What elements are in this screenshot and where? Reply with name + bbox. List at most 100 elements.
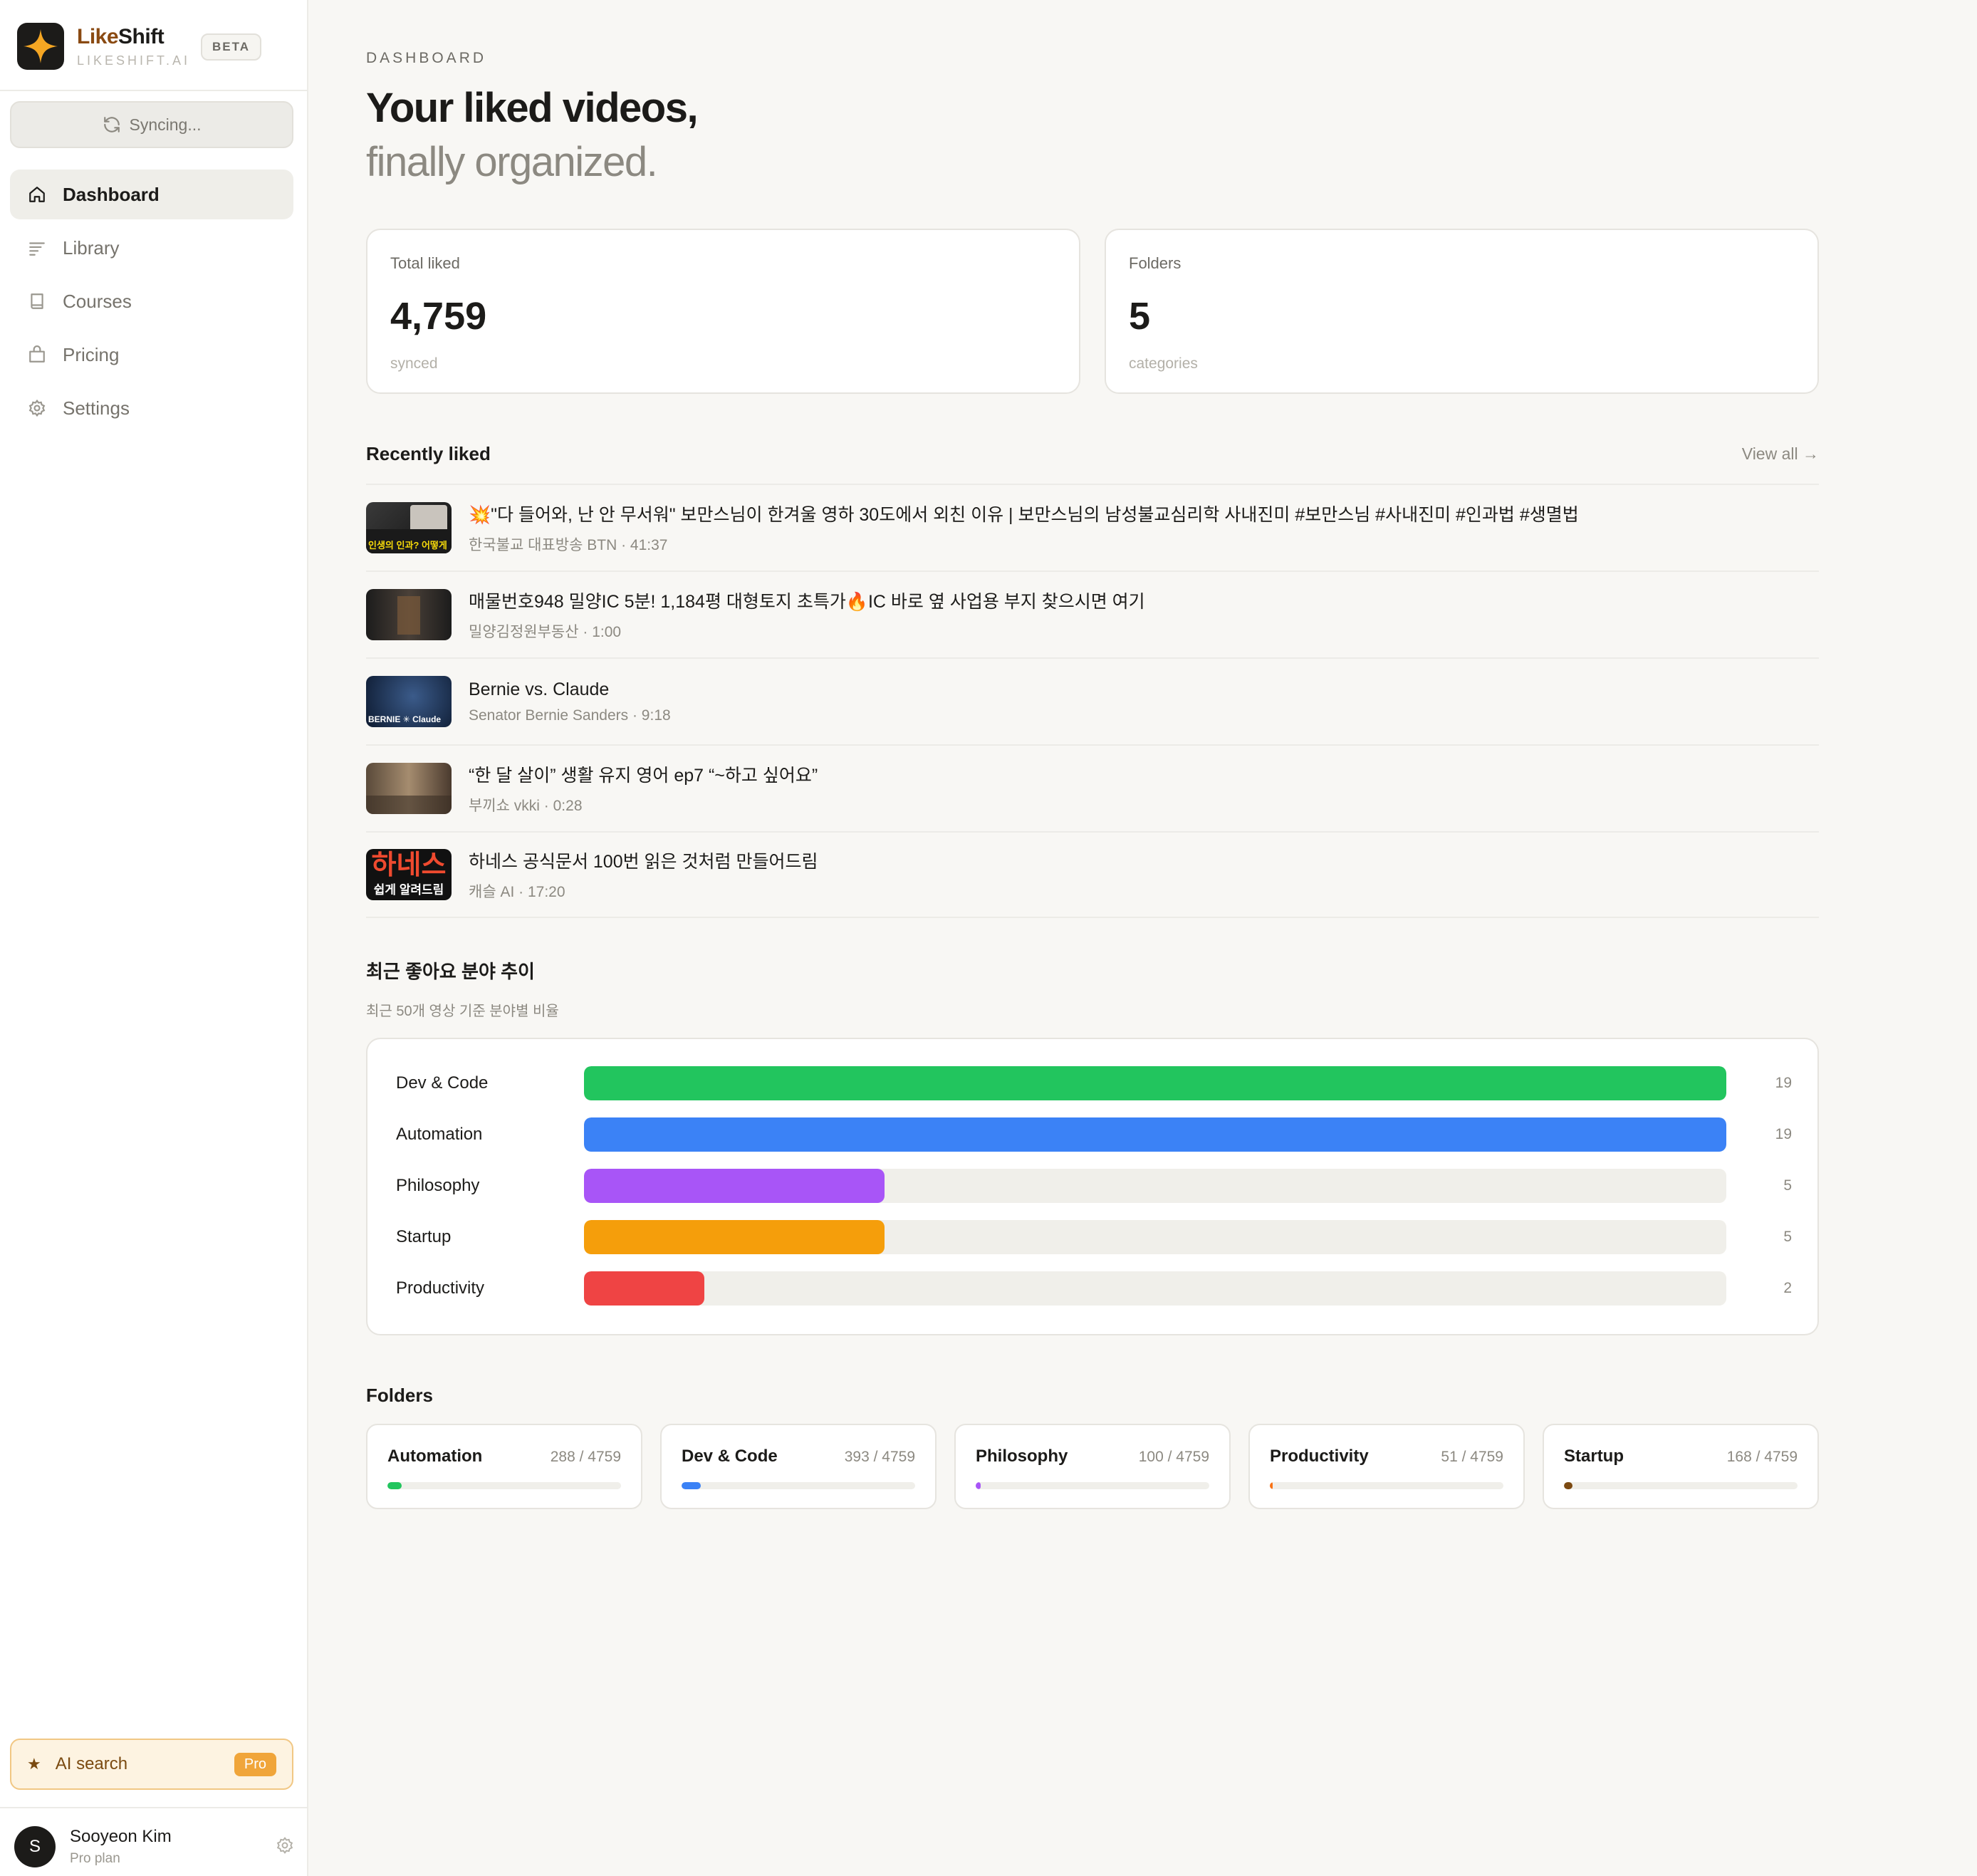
stat-card-folders: Folders 5 categories (1105, 229, 1819, 394)
ai-search-button[interactable]: ★ AI search Pro (10, 1739, 293, 1790)
refresh-icon (103, 117, 120, 132)
sidebar-item-label: Library (63, 236, 120, 259)
folder-name: Automation (387, 1447, 483, 1466)
list-item[interactable]: “한 달 살이” 생활 유지 영어 ep7 “~하고 싶어요” 부끼쇼 vkki… (366, 744, 1819, 831)
pro-badge: Pro (234, 1752, 276, 1776)
bar-track (584, 1220, 1726, 1254)
video-title: Bernie vs. Claude (469, 679, 610, 699)
folder-progress (976, 1482, 1209, 1489)
stat-label: Folders (1129, 254, 1181, 272)
folder-progress-fill (682, 1482, 701, 1489)
bar (584, 1066, 1726, 1100)
video-thumbnail: 인생의 인과? 어떻게 알아야하나 (366, 502, 452, 553)
home-icon (27, 184, 47, 204)
video-thumbnail (366, 589, 452, 640)
folder-progress-fill (976, 1482, 981, 1489)
gear-icon (27, 398, 47, 418)
stat-value: 4,759 (390, 295, 487, 338)
user-profile[interactable]: S Sooyeon Kim Pro plan (14, 1826, 294, 1867)
bar-value-label: 5 (1783, 1177, 1792, 1194)
folder-name: Philosophy (976, 1447, 1068, 1466)
sync-button[interactable]: Syncing... (10, 101, 293, 148)
beta-badge: BETA (201, 33, 262, 61)
sidebar-item-pricing[interactable]: Pricing (10, 330, 293, 380)
sidebar-nav: Dashboard Library Courses Pricing Settin… (10, 170, 293, 437)
page-title: Your liked videos, (366, 85, 699, 131)
star-icon: ★ (27, 1755, 41, 1773)
bar (584, 1220, 885, 1254)
recent-video-list: 인생의 인과? 어떻게 알아야하나 💥"다 들어와, 난 안 무서워" 보만스님… (366, 484, 1819, 918)
folder-progress-fill (1564, 1482, 1572, 1489)
stat-label: Total liked (390, 254, 460, 272)
list-item[interactable]: 매물번호948 밀양IC 5분! 1,184평 대형토지 초특가🔥IC 바로 옆… (366, 570, 1819, 657)
bar-value-label: 19 (1775, 1075, 1792, 1091)
sidebar: LikeShift LIKESHIFT.AI BETA Syncing... D… (0, 0, 308, 1876)
bar (584, 1169, 885, 1203)
folder-list: Automation 288 / 4759 Dev & Code 393 / 4… (366, 1424, 1819, 1509)
list-item[interactable]: BERNIE ✳ Claude Bernie vs. Claude Senato… (366, 657, 1819, 744)
video-title: 💥"다 들어와, 난 안 무서워" 보만스님이 한겨울 영하 30도에서 외친 … (469, 505, 1579, 525)
recently-liked-title: Recently liked (366, 443, 491, 464)
folder-card-dev-code[interactable]: Dev & Code 393 / 4759 (660, 1424, 937, 1509)
logo-icon (17, 23, 64, 70)
folder-card-automation[interactable]: Automation 288 / 4759 (366, 1424, 642, 1509)
folder-count: 288 / 4759 (550, 1449, 621, 1465)
sidebar-item-dashboard[interactable]: Dashboard (10, 170, 293, 219)
bar-label: Productivity (396, 1278, 485, 1298)
bar (584, 1271, 704, 1306)
bar (584, 1117, 1726, 1152)
sidebar-item-label: Courses (63, 290, 132, 312)
sidebar-item-label: Dashboard (63, 183, 160, 205)
bar-label: Dev & Code (396, 1073, 489, 1093)
user-settings-icon[interactable] (276, 1836, 294, 1858)
bar-track (584, 1271, 1726, 1306)
folder-card-startup[interactable]: Startup 168 / 4759 (1543, 1424, 1819, 1509)
bar-label: Philosophy (396, 1176, 480, 1195)
sidebar-item-label: Settings (63, 397, 130, 419)
bar-value-label: 19 (1775, 1126, 1792, 1142)
page-subtitle: finally organized. (366, 139, 658, 185)
bar-label: Automation (396, 1125, 483, 1144)
video-title: “한 달 살이” 생활 유지 영어 ep7 “~하고 싶어요” (469, 766, 818, 786)
sync-label: Syncing... (129, 115, 202, 134)
bar-row: Productivity 2 (396, 1271, 1792, 1306)
view-all-link[interactable]: View all → (1742, 444, 1819, 464)
video-meta: 캐슬 AI · 17:20 (469, 884, 565, 900)
folder-count: 100 / 4759 (1138, 1449, 1209, 1465)
thumbnail-text: BERNIE ✳ Claude (368, 714, 442, 724)
video-meta: Senator Bernie Sanders · 9:18 (469, 707, 671, 724)
video-thumbnail (366, 763, 452, 814)
video-meta: 밀양김정원부동산 · 1:00 (469, 624, 622, 640)
folder-progress-fill (1270, 1482, 1273, 1489)
sidebar-item-courses[interactable]: Courses (10, 276, 293, 326)
video-meta: 한국불교 대표방송 BTN · 41:37 (469, 537, 668, 553)
list-item[interactable]: 하네스 쉽게 알려드림 하네스 공식문서 100번 읽은 것처럼 만들어드림 캐… (366, 831, 1819, 918)
video-title: 하네스 공식문서 100번 읽은 것처럼 만들어드림 (469, 852, 818, 872)
user-name: Sooyeon Kim (70, 1827, 172, 1846)
folders-title: Folders (366, 1385, 433, 1406)
bag-icon (27, 345, 47, 365)
bar-row: Dev & Code 19 (396, 1066, 1792, 1100)
bar-row: Automation 19 (396, 1117, 1792, 1152)
list-item[interactable]: 인생의 인과? 어떻게 알아야하나 💥"다 들어와, 난 안 무서워" 보만스님… (366, 484, 1819, 570)
folder-card-philosophy[interactable]: Philosophy 100 / 4759 (954, 1424, 1231, 1509)
video-thumbnail: BERNIE ✳ Claude (366, 676, 452, 727)
folder-name: Startup (1564, 1447, 1624, 1466)
folder-name: Productivity (1270, 1447, 1369, 1466)
video-meta: 부끼쇼 vkki · 0:28 (469, 798, 583, 814)
divider (0, 90, 308, 91)
brand[interactable]: LikeShift LIKESHIFT.AI (17, 23, 190, 70)
sidebar-item-settings[interactable]: Settings (10, 383, 293, 433)
thumbnail-text: 인생의 인과? 어떻게 알아야하나 (368, 541, 449, 551)
bar-track (584, 1066, 1726, 1100)
sidebar-item-library[interactable]: Library (10, 223, 293, 273)
folder-count: 393 / 4759 (844, 1449, 915, 1465)
bar-track (584, 1169, 1726, 1203)
folder-progress (387, 1482, 621, 1489)
bar-row: Startup 5 (396, 1220, 1792, 1254)
stat-card-total-liked: Total liked 4,759 synced (366, 229, 1080, 394)
folder-progress (1270, 1482, 1503, 1489)
folder-card-productivity[interactable]: Productivity 51 / 4759 (1248, 1424, 1525, 1509)
page-eyebrow: DASHBOARD (366, 50, 487, 66)
avatar: S (14, 1826, 56, 1867)
